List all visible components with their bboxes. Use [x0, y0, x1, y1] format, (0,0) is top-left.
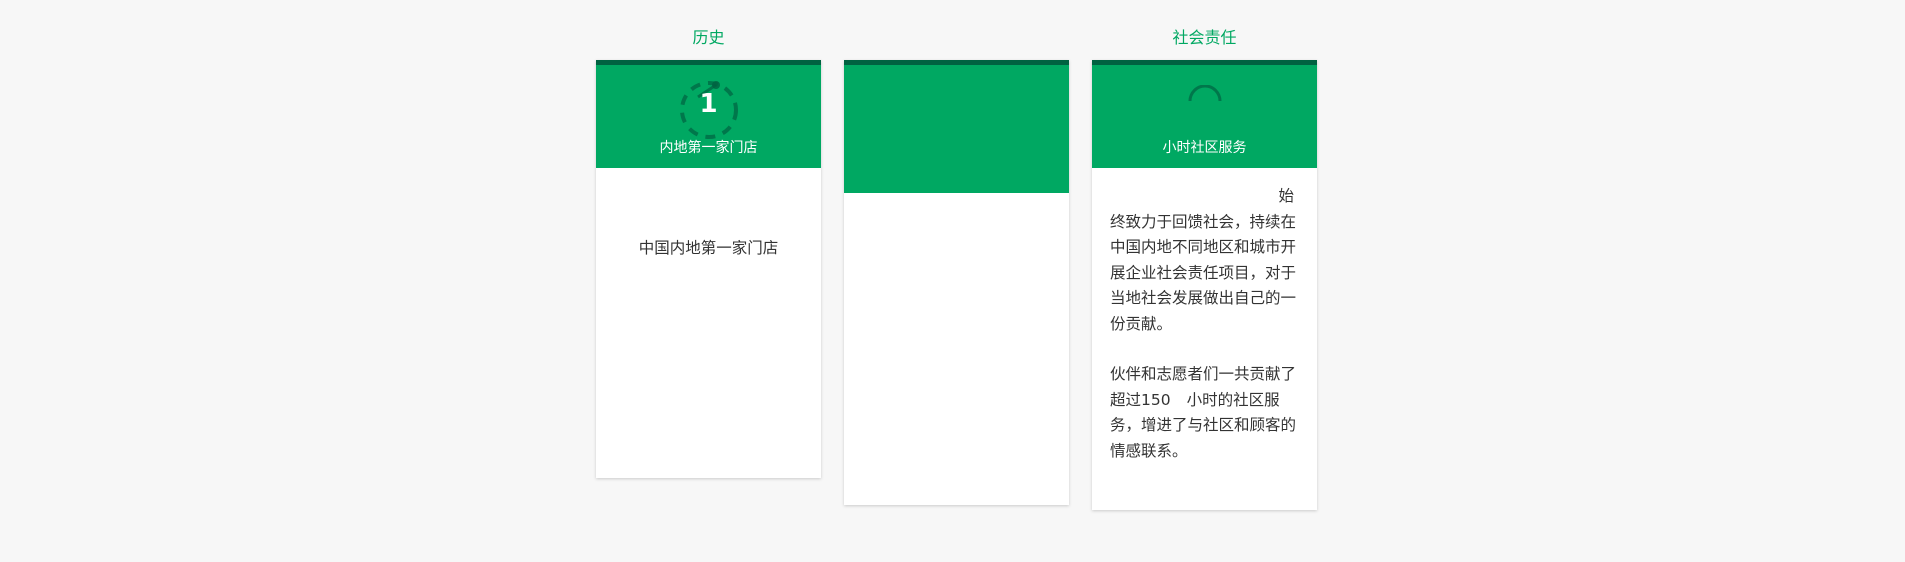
csr-card[interactable]: 小时社区服务 始 终致力于回馈社会，持续在中国内地不同地区和城市开展企业社会责任… — [1092, 60, 1317, 510]
csr-lead-character: 始 — [1278, 187, 1294, 205]
middle-card[interactable] — [844, 60, 1069, 505]
history-badge-number: 1 — [699, 89, 718, 119]
history-title: 历史 — [692, 28, 725, 47]
history-card-body: 中国内地第一家门店 — [638, 239, 779, 257]
csr-card-body: 始 终致力于回馈社会，持续在中国内地不同地区和城市开展企业社会责任项目，对于当地… — [1092, 168, 1317, 510]
middle-card-body — [844, 193, 1069, 505]
middle-card-header — [844, 65, 1069, 193]
csr-paragraph-1: 终致力于回馈社会，持续在中国内地不同地区和城市开展企业社会责任项目，对于当地社会… — [1110, 212, 1297, 333]
csr-paragraph-2: 伙伴和志愿者们一共贡献了超过150 小时的社区服务，增进了与社区和顾客的情感联系。 — [1110, 362, 1299, 464]
history-card-header: 1 内地第一家门店 — [596, 65, 821, 168]
history-card-subtitle: 内地第一家门店 — [659, 140, 758, 156]
csr-card-header: 小时社区服务 — [1092, 65, 1317, 168]
history-card[interactable]: 1 内地第一家门店 中国内地第一家门店 — [596, 60, 821, 478]
csr-card-subtitle: 小时社区服务 — [1162, 140, 1247, 156]
community-emblem-icon — [1188, 85, 1222, 102]
csr-title: 社会责任 — [1172, 28, 1237, 47]
